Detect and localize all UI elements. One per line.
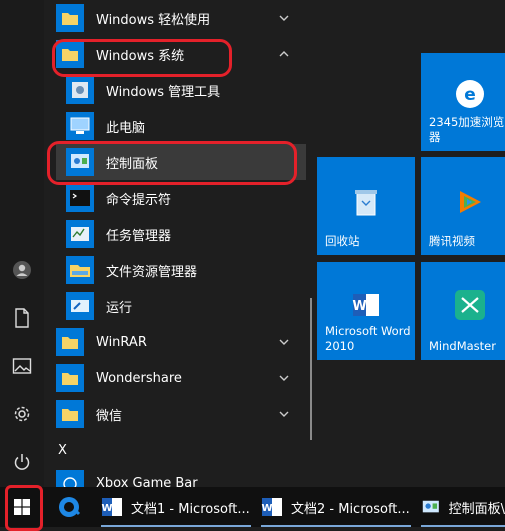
play-icon bbox=[460, 191, 481, 213]
gear-icon bbox=[14, 406, 30, 422]
taskbar-word-doc1[interactable]: W 文档1 - Microsoft... bbox=[101, 487, 251, 527]
app-run[interactable]: 运行 bbox=[56, 288, 306, 324]
account-button[interactable] bbox=[0, 248, 44, 292]
user-avatar-icon bbox=[13, 261, 31, 279]
folder-icon bbox=[56, 4, 84, 32]
terminal-icon bbox=[66, 184, 94, 212]
app-folder-wondershare[interactable]: Wondershare bbox=[56, 360, 306, 396]
tile-recycle-bin[interactable]: 回收站 bbox=[317, 157, 415, 255]
documents-button[interactable] bbox=[0, 296, 44, 340]
svg-text:W: W bbox=[101, 503, 112, 514]
power-button[interactable] bbox=[0, 440, 44, 484]
app-folder-windows-ease-of-access[interactable]: Windows 轻松使用 bbox=[56, 0, 306, 36]
tile-tencent-video[interactable]: 腾讯视频 bbox=[421, 157, 505, 255]
tile-2345-browser[interactable]: e 2345加速浏览器 bbox=[421, 53, 505, 151]
folder-icon bbox=[56, 400, 84, 428]
app-folder-winrar[interactable]: WinRAR bbox=[56, 324, 306, 360]
tile-mindmaster[interactable]: MindMaster bbox=[421, 262, 505, 360]
svg-text:W: W bbox=[352, 299, 366, 314]
word-icon: W bbox=[352, 294, 379, 316]
power-icon bbox=[14, 454, 30, 470]
computer-icon bbox=[66, 112, 94, 140]
recycle-bin-icon bbox=[355, 190, 377, 216]
svg-text:W: W bbox=[261, 503, 272, 514]
svg-text:e: e bbox=[464, 85, 476, 105]
chevron-up-icon bbox=[279, 51, 289, 57]
annotation-windows-system bbox=[52, 39, 232, 77]
app-folder-wechat[interactable]: 微信 bbox=[56, 396, 306, 432]
file-explorer-icon bbox=[66, 256, 94, 284]
taskbar-control-panel[interactable]: 控制面板\ bbox=[421, 487, 505, 527]
mindmaster-icon bbox=[455, 290, 485, 320]
tile-microsoft-word-2010[interactable]: W Microsoft Word 2010 bbox=[317, 262, 415, 360]
word-icon: W bbox=[101, 498, 122, 516]
section-letter-x[interactable]: X bbox=[58, 443, 67, 458]
chevron-down-icon bbox=[279, 15, 289, 21]
start-left-rail bbox=[0, 0, 44, 487]
control-panel-icon bbox=[422, 500, 439, 513]
chevron-down-icon bbox=[279, 339, 289, 345]
app-xbox-game-bar[interactable]: Xbox Game Bar bbox=[56, 468, 306, 487]
tiles-area: e 2345加速浏览器 回收站 腾讯视频 W Microsoft Word 20… bbox=[312, 0, 505, 487]
folder-icon bbox=[56, 364, 84, 392]
browser-icon bbox=[59, 497, 81, 517]
picture-icon bbox=[12, 358, 32, 374]
browser-e-icon: e bbox=[456, 80, 484, 108]
task-manager-icon bbox=[66, 220, 94, 248]
app-task-manager[interactable]: 任务管理器 bbox=[56, 216, 306, 252]
word-icon: W bbox=[261, 498, 282, 516]
app-this-pc[interactable]: 此电脑 bbox=[56, 108, 306, 144]
taskbar-word-doc2[interactable]: W 文档2 - Microsoft... bbox=[261, 487, 411, 527]
pictures-button[interactable] bbox=[0, 344, 44, 388]
app-command-prompt[interactable]: 命令提示符 bbox=[56, 180, 306, 216]
annotation-control-panel bbox=[47, 141, 297, 185]
app-file-explorer[interactable]: 文件资源管理器 bbox=[56, 252, 306, 288]
admin-tools-icon bbox=[66, 76, 94, 104]
taskbar: W 文档1 - Microsoft... W 文档2 - Microsoft..… bbox=[0, 485, 505, 531]
xbox-icon bbox=[56, 470, 84, 487]
run-icon bbox=[66, 292, 94, 320]
chevron-down-icon bbox=[279, 375, 289, 381]
app-windows-admin-tools[interactable]: Windows 管理工具 bbox=[56, 72, 306, 108]
annotation-start-button bbox=[5, 485, 43, 531]
chevron-down-icon bbox=[279, 411, 289, 417]
taskbar-browser[interactable] bbox=[52, 487, 86, 527]
folder-icon bbox=[56, 328, 84, 356]
settings-button[interactable] bbox=[0, 392, 44, 436]
document-icon bbox=[15, 308, 29, 328]
